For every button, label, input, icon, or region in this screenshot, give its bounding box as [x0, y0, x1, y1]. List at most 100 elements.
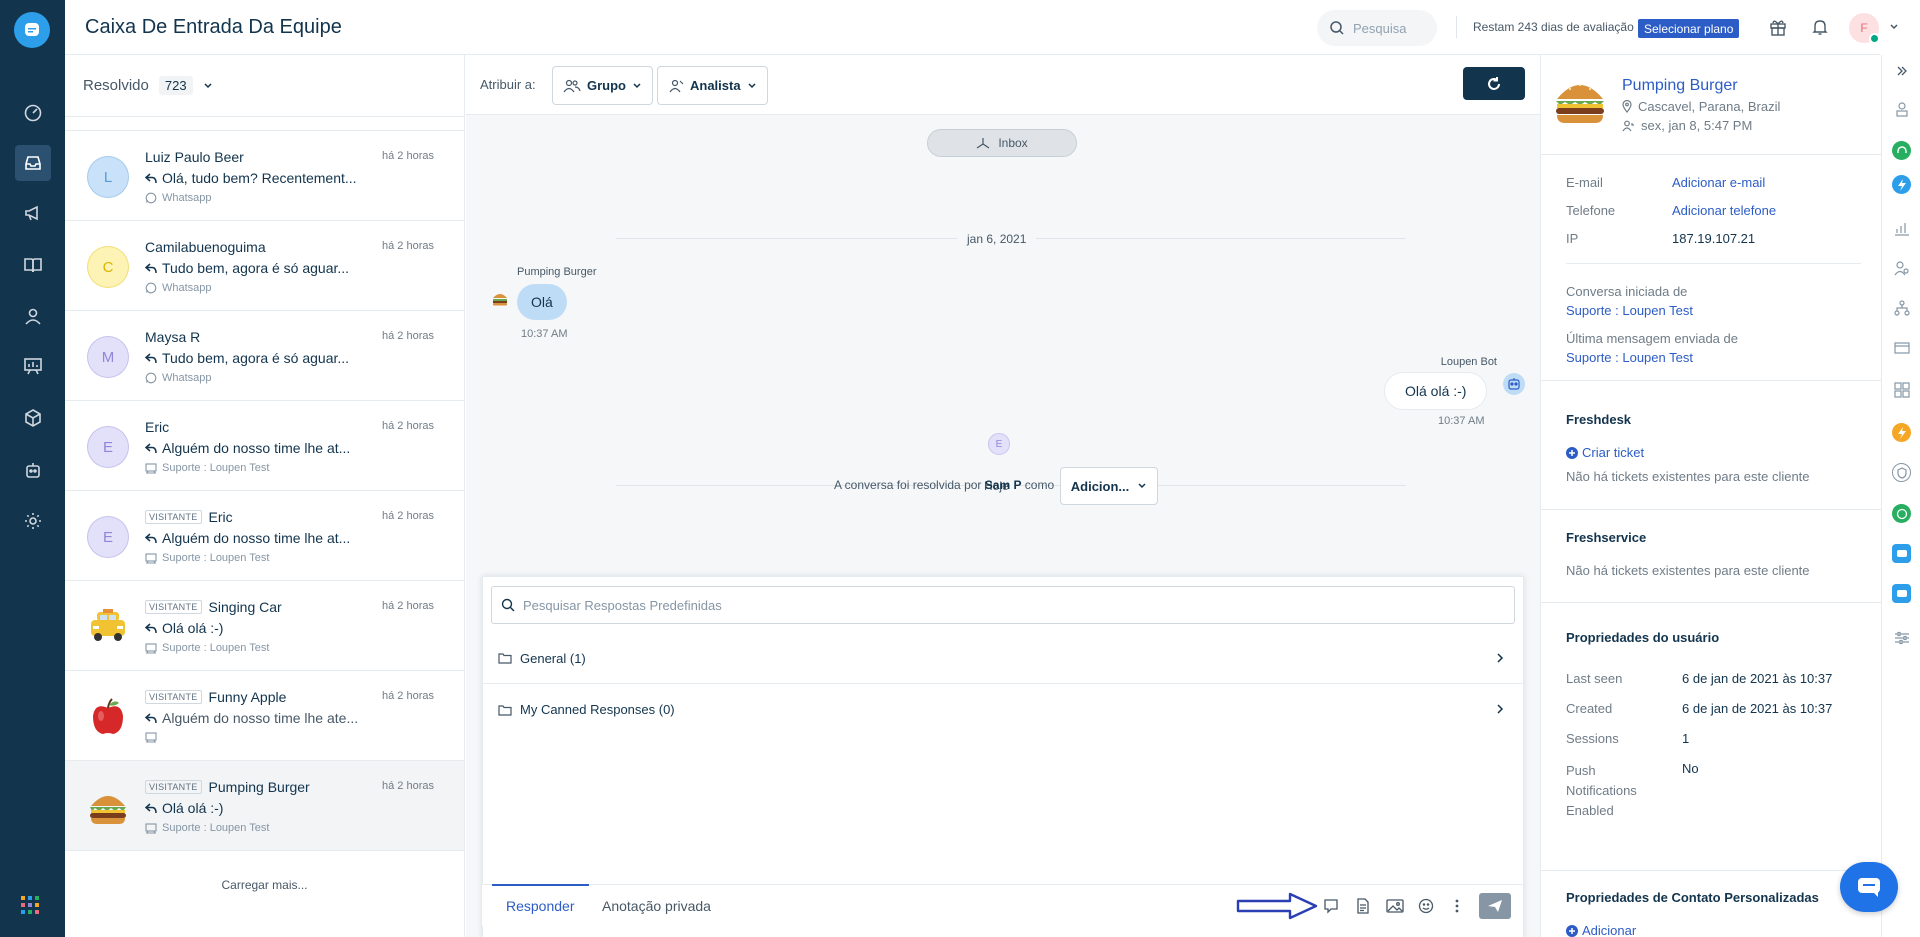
- agent-dropdown[interactable]: Analista: [657, 66, 768, 105]
- inbox-pill[interactable]: Inbox: [927, 129, 1077, 157]
- canned-folder-general[interactable]: General (1): [483, 633, 1523, 684]
- chat-app-icon[interactable]: [1892, 544, 1911, 563]
- last-message-value[interactable]: Suporte : Loupen Test: [1566, 350, 1693, 365]
- conversation-list-item[interactable]: C Camilabuenoguima há 2 horas Tudo bem, ago…: [65, 221, 464, 311]
- bots-icon[interactable]: [15, 452, 51, 488]
- add-custom-property-link[interactable]: Adicionar: [1566, 923, 1636, 937]
- list-item-partial: [65, 117, 464, 131]
- conversation-channel: Suporte : Loupen Test: [145, 462, 269, 474]
- conversation-list-item[interactable]: M Maysa R há 2 horas Tudo bem, agora é só a…: [65, 311, 464, 401]
- reports-icon[interactable]: [15, 348, 51, 384]
- conversation-channel-text: Whatsapp: [162, 282, 212, 294]
- visitor-badge: VISITANTE: [145, 600, 202, 614]
- online-status-dot: [1869, 33, 1880, 44]
- lightning-app-icon[interactable]: [1892, 175, 1911, 194]
- collapse-double-chevron-icon[interactable]: [1892, 61, 1911, 80]
- qr-app-icon[interactable]: [1892, 380, 1911, 399]
- freshdesk-title: Freshdesk: [1566, 412, 1632, 427]
- more-options-icon[interactable]: [1448, 897, 1466, 915]
- status-filter[interactable]: Resolvido 723: [65, 55, 464, 117]
- tab-private-note[interactable]: Anotação privada: [602, 885, 711, 927]
- whatsapp-app-icon[interactable]: [1892, 504, 1911, 523]
- visitor-badge: VISITANTE: [145, 510, 202, 524]
- integrations-icon[interactable]: [15, 400, 51, 436]
- outgoing-message: Olá olá :-): [1384, 372, 1488, 410]
- email-label: E-mail: [1566, 175, 1603, 190]
- chevron-down-icon: [1138, 483, 1146, 489]
- tree-app-icon[interactable]: [1892, 298, 1911, 317]
- chart-app-icon[interactable]: [1892, 218, 1911, 237]
- refresh-button[interactable]: [1463, 67, 1525, 100]
- chat-widget-button[interactable]: [1840, 862, 1898, 912]
- search-placeholder: Pesquisa: [1353, 20, 1407, 36]
- gift-icon[interactable]: [1767, 16, 1789, 38]
- conversation-channel: Suporte : Loupen Test: [145, 822, 269, 834]
- folder-label: My Canned Responses (0): [520, 702, 675, 717]
- contact-name[interactable]: Pumping Burger: [1622, 77, 1738, 95]
- contact-avatar: [87, 786, 129, 828]
- conversation-list-item[interactable]: E Eric há 2 horas Alguém do nosso time lhe …: [65, 401, 464, 491]
- started-from-value[interactable]: Suporte : Loupen Test: [1566, 303, 1693, 318]
- search-icon: [501, 598, 515, 612]
- conversation-name: Camilabuenoguima: [145, 239, 266, 255]
- settings-icon[interactable]: [15, 503, 51, 539]
- image-attach-icon[interactable]: [1386, 897, 1404, 915]
- contact-profile-icon[interactable]: [1892, 99, 1911, 118]
- conversation-list-item[interactable]: VISITANTE Pumping Burger há 2 horas Olá olá…: [65, 761, 464, 851]
- messenger-app-icon[interactable]: [1892, 584, 1911, 603]
- dashboard-icon[interactable]: [15, 95, 51, 131]
- select-plan-button[interactable]: Selecionar plano: [1638, 19, 1740, 38]
- group-dropdown[interactable]: Grupo: [552, 66, 653, 105]
- canned-search-input[interactable]: Pesquisar Respostas Predefinidas: [491, 586, 1515, 624]
- sliders-app-icon[interactable]: [1892, 628, 1911, 647]
- conversation-list-item[interactable]: L Luiz Paulo Beer há 2 horas Olá, tudo bem?…: [65, 131, 464, 221]
- app-logo-icon[interactable]: [14, 12, 50, 48]
- conversation-channel: Whatsapp: [145, 372, 212, 384]
- resolution-dropdown[interactable]: Adicion...: [1060, 467, 1158, 505]
- inbox-source-icon: [976, 138, 990, 149]
- notifications-bell-icon[interactable]: [1809, 16, 1831, 38]
- conversation-preview: Alguém do nosso time lhe at...: [145, 440, 350, 456]
- apps-grid-icon[interactable]: [20, 895, 42, 917]
- contacts-icon[interactable]: [15, 298, 51, 334]
- headset-app-icon[interactable]: [1892, 141, 1911, 160]
- bolt-app-icon[interactable]: [1892, 423, 1911, 442]
- ip-label: IP: [1566, 231, 1579, 246]
- agent-marker-avatar: E: [988, 433, 1010, 455]
- user-settings-app-icon[interactable]: [1892, 258, 1911, 277]
- create-ticket-link[interactable]: Criar ticket: [1566, 445, 1644, 460]
- chevron-right-icon: [1497, 653, 1504, 663]
- section-divider: [1541, 870, 1881, 871]
- conversation-list-item[interactable]: VISITANTE Funny Apple há 2 horas Alguém do …: [65, 671, 464, 761]
- agent-label: Analista: [690, 78, 741, 93]
- conversation-name-row: VISITANTE Funny Apple: [145, 689, 286, 705]
- contact-last-seen: sex, jan 8, 5:47 PM: [1622, 118, 1752, 133]
- load-more-link[interactable]: Carregar mais...: [65, 878, 464, 892]
- emoji-icon[interactable]: [1417, 897, 1435, 915]
- knowledge-base-icon[interactable]: [15, 247, 51, 283]
- canned-responses-icon[interactable]: [1322, 897, 1340, 915]
- filter-label: Resolvido: [83, 77, 149, 94]
- solution-article-icon[interactable]: [1354, 897, 1372, 915]
- conversation-time: há 2 horas: [382, 240, 434, 252]
- reply-icon: [145, 622, 157, 633]
- global-search[interactable]: Pesquisa: [1317, 10, 1437, 46]
- chevron-down-icon[interactable]: [1883, 16, 1905, 38]
- filter-count: 723: [158, 76, 193, 95]
- bot-sender: Loupen Bot: [1440, 356, 1497, 368]
- resolution-dropdown-label: Adicion...: [1070, 478, 1130, 494]
- tab-reply[interactable]: Responder: [492, 884, 588, 927]
- conversation-list: Resolvido 723 L Luiz Paulo Beer há 2 horas…: [65, 55, 465, 937]
- shield-app-icon[interactable]: [1892, 463, 1911, 482]
- prop-label: Sessions: [1566, 731, 1619, 746]
- inbox-icon[interactable]: [15, 145, 51, 181]
- campaigns-icon[interactable]: [15, 195, 51, 231]
- add-email-link[interactable]: Adicionar e-mail: [1672, 175, 1765, 190]
- invoice-app-icon[interactable]: [1892, 338, 1911, 357]
- conversation-list-item[interactable]: E VISITANTE Eric há 2 horas Alguém do nosso …: [65, 491, 464, 581]
- section-divider: [1541, 509, 1881, 510]
- canned-folder-mine[interactable]: My Canned Responses (0): [483, 684, 1523, 735]
- send-button[interactable]: [1479, 893, 1511, 919]
- add-phone-link[interactable]: Adicionar telefone: [1672, 203, 1776, 218]
- conversation-list-item[interactable]: VISITANTE Singing Car há 2 horas Olá olá :-…: [65, 581, 464, 671]
